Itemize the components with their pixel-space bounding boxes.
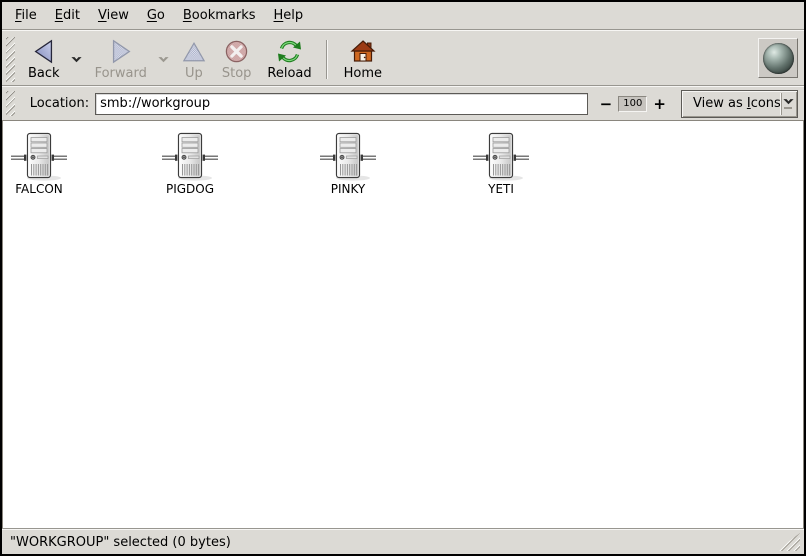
chevron-dropdown-icon [781,93,795,115]
menu-view[interactable]: View [89,4,138,27]
network-server-item[interactable]: FALCON [1,131,77,196]
zoom-in-button[interactable]: + [649,96,670,112]
menu-edit[interactable]: Edit [46,4,89,27]
throbber-button[interactable] [758,38,798,78]
home-icon [350,37,376,66]
menu-help[interactable]: Help [265,4,313,27]
network-server-item[interactable]: PINKY [310,131,386,196]
globe-icon [763,43,794,74]
toolbar-separator [326,40,328,79]
forward-label: Forward [95,66,147,81]
zoom-level-indicator: 100 [618,96,647,112]
server-icon [318,131,378,181]
status-text: "WORKGROUP" selected (0 bytes) [10,535,231,550]
location-bar: Location: − 100 + View as Icons [2,87,804,120]
location-label: Location: [30,96,89,111]
network-server-item[interactable]: YETI [463,131,539,196]
file-manager-window: File Edit View Go Bookmarks Help Back [0,0,806,556]
home-button[interactable]: Home [338,34,388,83]
zoom-out-button[interactable]: − [596,96,617,112]
chevron-down-icon [71,56,82,63]
reload-button[interactable]: Reload [261,34,317,83]
reload-label: Reload [267,66,311,81]
up-button[interactable]: Up [176,34,212,83]
menu-bar: File Edit View Go Bookmarks Help [2,2,804,29]
forward-button[interactable]: Forward [89,34,153,83]
server-name-label: YETI [488,182,514,196]
server-name-label: PINKY [331,182,366,196]
stop-label: Stop [222,66,252,81]
back-history-dropdown[interactable] [68,50,85,69]
stop-icon [224,37,249,66]
back-button[interactable]: Back [22,34,66,83]
home-label: Home [344,66,382,81]
back-label: Back [28,66,60,81]
menu-bookmarks[interactable]: Bookmarks [174,4,265,27]
reload-icon [276,37,303,66]
up-label: Up [185,66,203,81]
back-icon [31,37,57,66]
network-server-item[interactable]: PIGDOG [152,131,228,196]
menu-go[interactable]: Go [138,4,174,27]
forward-icon [108,37,134,66]
up-icon [182,37,206,66]
forward-history-dropdown[interactable] [155,50,172,69]
view-as-selector[interactable]: View as Icons [681,90,798,118]
view-as-label: View as Icons [693,96,781,111]
stop-button[interactable]: Stop [216,34,258,83]
locationbar-grip[interactable] [6,91,15,116]
chevron-down-icon [158,56,169,63]
server-icon [9,131,69,181]
status-bar: "WORKGROUP" selected (0 bytes) [2,530,804,554]
server-name-label: FALCON [15,182,63,196]
server-icon [160,131,220,181]
server-name-label: PIGDOG [166,182,214,196]
toolbar-grip[interactable] [6,37,15,82]
toolbar: Back Forward [2,31,804,85]
menu-file[interactable]: File [6,4,46,27]
server-icon [471,131,531,181]
resize-grip[interactable] [776,533,800,551]
file-view[interactable]: FALCON PIGDOG [2,120,804,528]
location-input[interactable] [95,93,587,115]
